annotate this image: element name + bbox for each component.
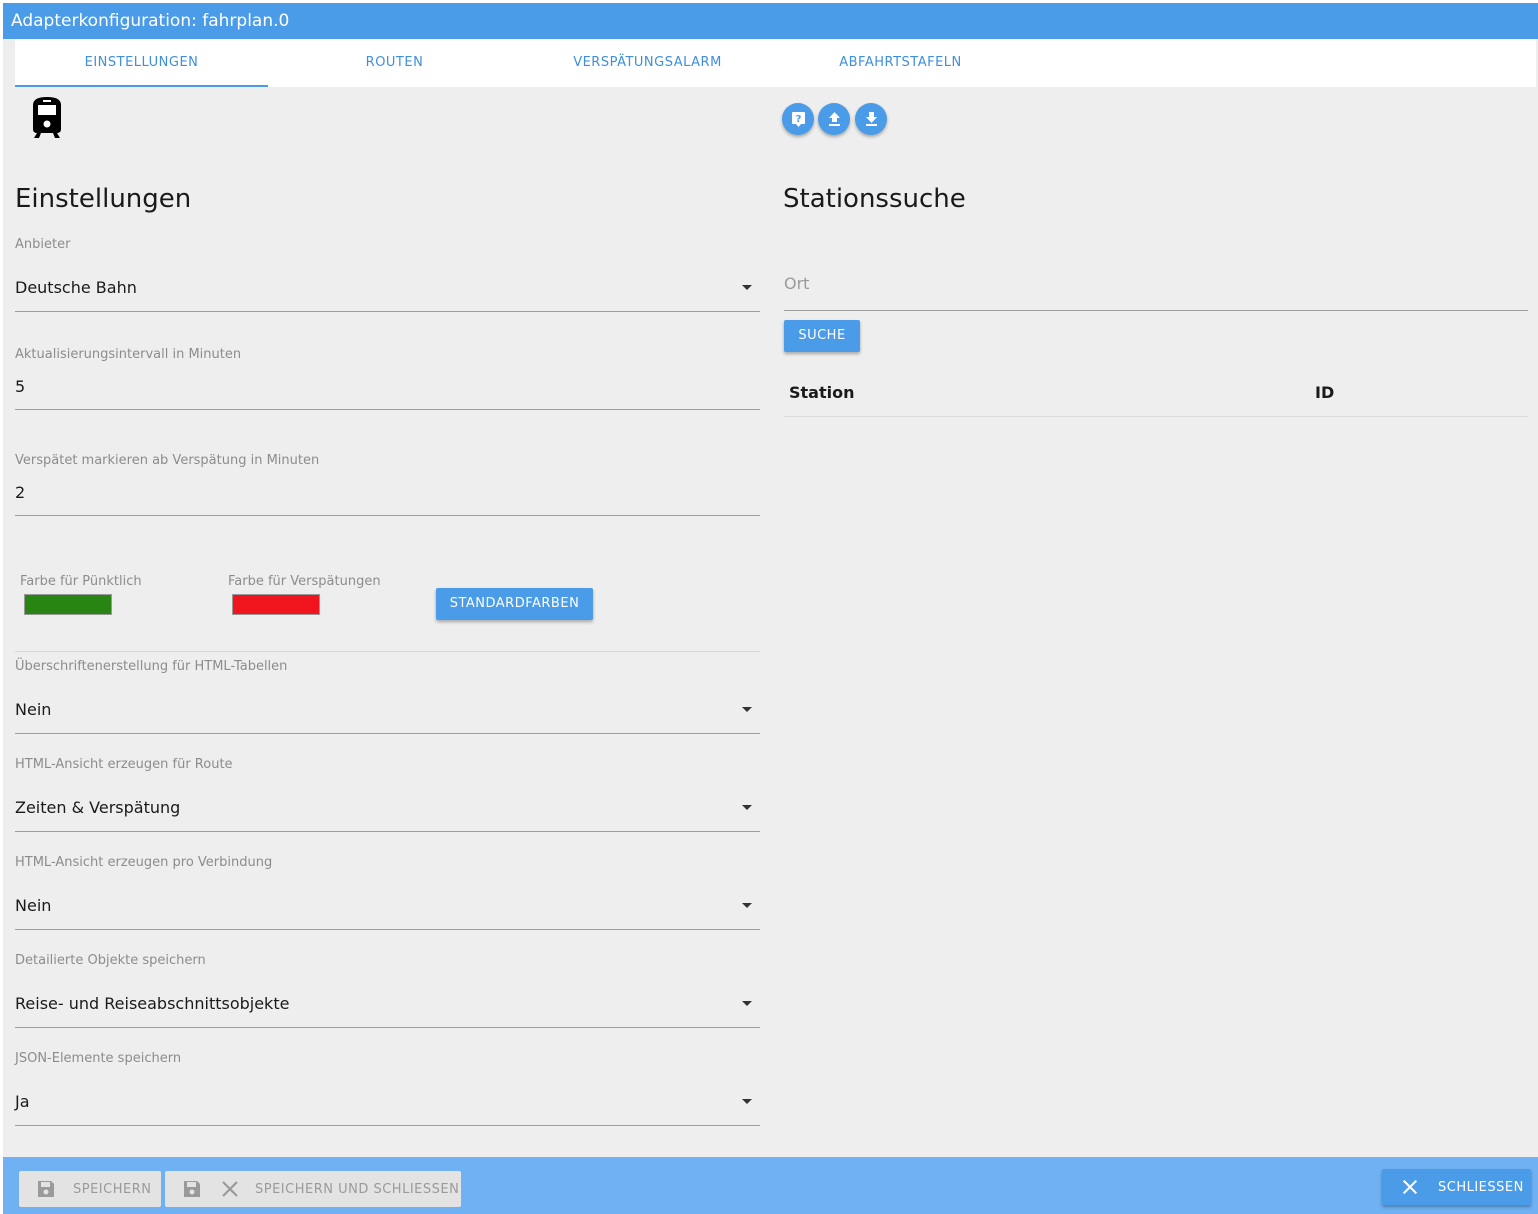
window-titlebar: Adapterkonfiguration: fahrplan.0 [3, 3, 1538, 39]
tab-routen[interactable]: ROUTEN [268, 39, 521, 87]
save-button[interactable]: SPEICHERN [19, 1171, 161, 1207]
save-icon [181, 1178, 203, 1200]
delay-value: 2 [15, 483, 26, 502]
ontime-color-label: Farbe für Pünktlich [20, 574, 142, 589]
download-icon[interactable] [855, 103, 887, 135]
html-route-select[interactable]: HTML-Ansicht erzeugen für Route Zeiten &… [15, 755, 760, 832]
settings-heading: Einstellungen [15, 184, 192, 214]
html-route-label: HTML-Ansicht erzeugen für Route [15, 757, 233, 772]
save-close-button[interactable]: SPEICHERN UND SCHLIESSEN [165, 1171, 461, 1207]
column-id[interactable]: ID [1315, 383, 1334, 402]
close-icon [219, 1178, 241, 1200]
main-content: EINSTELLUNGEN ROUTEN VERSPÄTUNGSALARM AB… [3, 39, 1538, 1157]
tab-bar: EINSTELLUNGEN ROUTEN VERSPÄTUNGSALARM AB… [15, 39, 1536, 87]
html-connection-value: Nein [15, 896, 52, 915]
upload-icon[interactable] [818, 103, 850, 135]
header-creation-label: Überschriftenerstellung für HTML-Tabelle… [15, 659, 288, 674]
search-button[interactable]: SUCHE [784, 320, 860, 352]
chevron-down-icon [742, 1001, 752, 1006]
tab-einstellungen[interactable]: EINSTELLUNGEN [15, 39, 268, 87]
header-creation-select[interactable]: Überschriftenerstellung für HTML-Tabelle… [15, 657, 760, 734]
chevron-down-icon [742, 285, 752, 290]
html-connection-select[interactable]: HTML-Ansicht erzeugen pro Verbindung Nei… [15, 853, 760, 930]
train-icon [29, 95, 65, 139]
json-elements-select[interactable]: JSON-Elemente speichern Ja [15, 1049, 760, 1126]
interval-input[interactable]: Aktualisierungsintervall in Minuten 5 [15, 345, 760, 410]
help-icon[interactable]: ? [782, 103, 814, 135]
station-search-heading: Stationssuche [783, 184, 966, 214]
close-label: SCHLIESSEN [1438, 1179, 1524, 1195]
header-creation-value: Nein [15, 700, 52, 719]
chevron-down-icon [742, 1099, 752, 1104]
delay-color-label: Farbe für Verspätungen [228, 574, 381, 589]
tab-abfahrtstafeln[interactable]: ABFAHRTSTAFELN [774, 39, 1027, 87]
html-route-value: Zeiten & Verspätung [15, 798, 181, 817]
interval-value: 5 [15, 377, 26, 396]
save-close-label: SPEICHERN UND SCHLIESSEN [255, 1181, 460, 1197]
detailed-objects-label: Detailierte Objekte speichern [15, 953, 206, 968]
column-station[interactable]: Station [789, 383, 854, 402]
window-title: Adapterkonfiguration: fahrplan.0 [11, 11, 290, 31]
location-input[interactable]: Ort [784, 274, 1528, 308]
delay-input[interactable]: Verspätet markieren ab Verspätung in Min… [15, 451, 760, 516]
interval-label: Aktualisierungsintervall in Minuten [15, 347, 242, 362]
json-elements-label: JSON-Elemente speichern [15, 1051, 182, 1066]
tab-verspaetungsalarm[interactable]: VERSPÄTUNGSALARM [521, 39, 774, 87]
save-label: SPEICHERN [73, 1181, 152, 1197]
delay-label: Verspätet markieren ab Verspätung in Min… [15, 453, 320, 468]
delay-color-swatch[interactable] [232, 594, 320, 615]
save-icon [35, 1178, 57, 1200]
anbieter-value: Deutsche Bahn [15, 278, 137, 297]
svg-text:?: ? [795, 114, 801, 125]
detailed-objects-value: Reise- und Reiseabschnittsobjekte [15, 994, 290, 1013]
close-icon [1400, 1177, 1420, 1197]
close-button[interactable]: SCHLIESSEN [1382, 1169, 1531, 1205]
anbieter-select[interactable]: Anbieter Deutsche Bahn [15, 235, 760, 312]
json-elements-value: Ja [15, 1092, 30, 1111]
ontime-color-swatch[interactable] [24, 594, 112, 615]
default-colors-button[interactable]: STANDARDFARBEN [436, 588, 593, 620]
anbieter-label: Anbieter [15, 237, 71, 252]
chevron-down-icon [742, 805, 752, 810]
footer-bar: SPEICHERN SPEICHERN UND SCHLIESSEN SCHLI… [3, 1157, 1538, 1214]
chevron-down-icon [742, 903, 752, 908]
html-connection-label: HTML-Ansicht erzeugen pro Verbindung [15, 855, 273, 870]
detailed-objects-select[interactable]: Detailierte Objekte speichern Reise- und… [15, 951, 760, 1028]
chevron-down-icon [742, 707, 752, 712]
